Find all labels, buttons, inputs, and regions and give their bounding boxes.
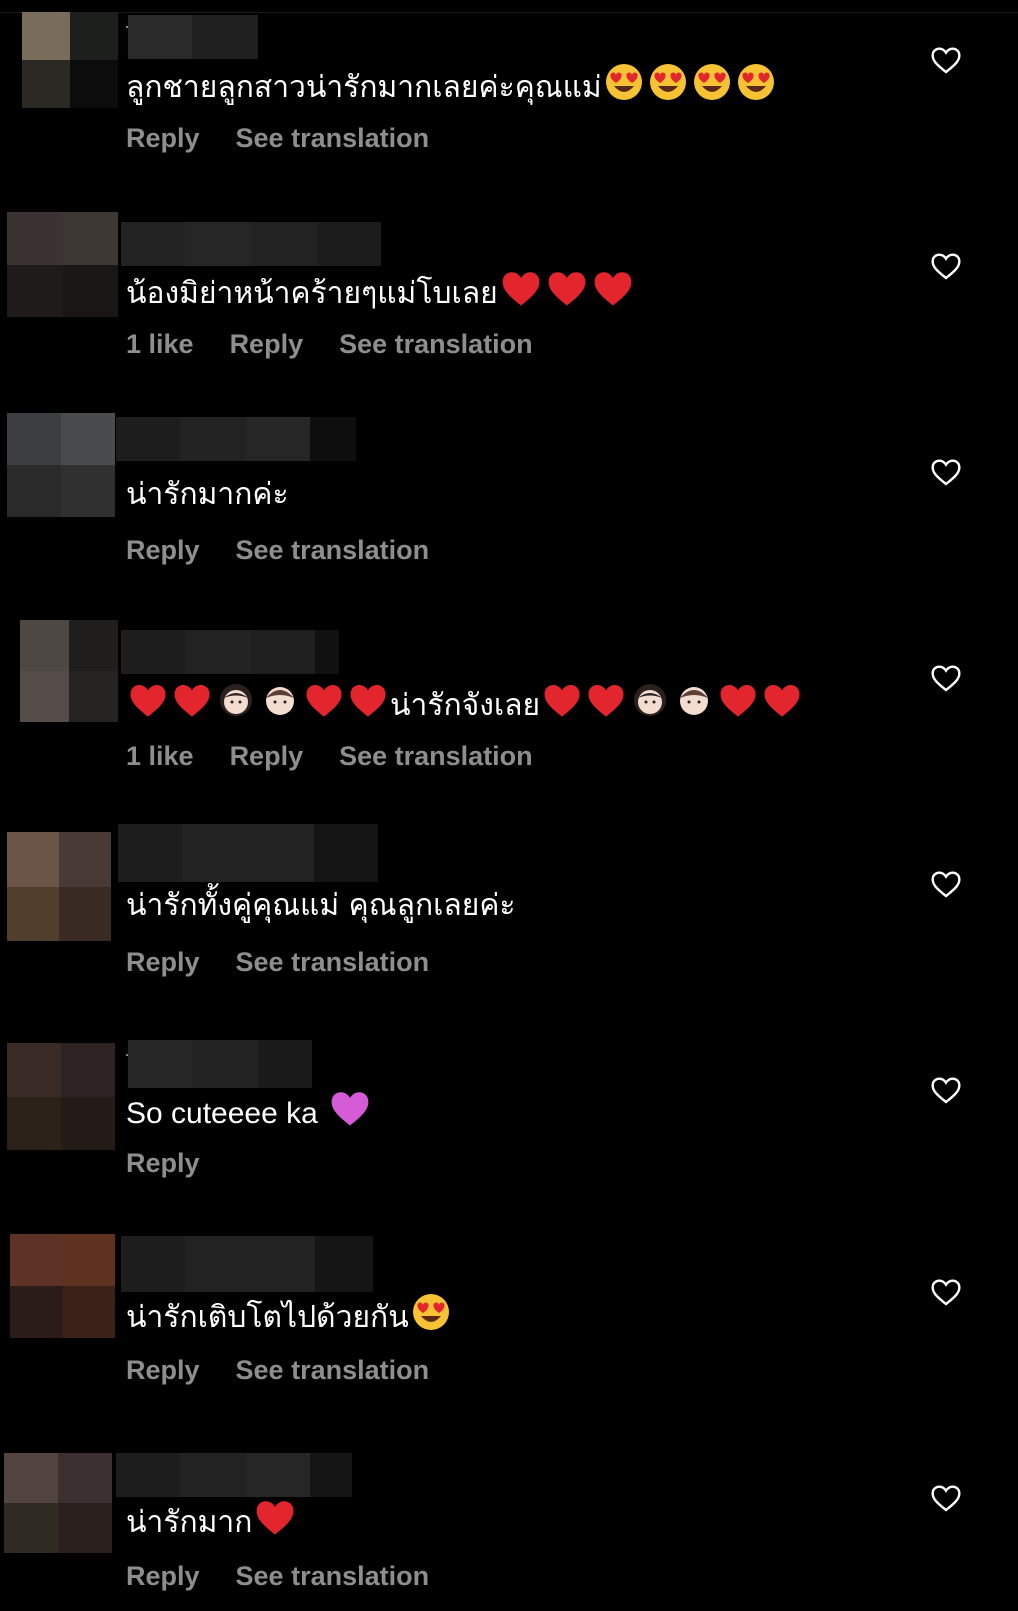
likes-count[interactable]: 1 like	[126, 324, 194, 364]
username[interactable]	[128, 1040, 312, 1088]
comment-text: น่ารักเติบโตไปด้วยกัน	[126, 1292, 453, 1345]
red-heart-emoji	[254, 1497, 296, 1550]
see-translation-button[interactable]: See translation	[236, 942, 430, 982]
heart-eyes-emoji	[736, 62, 776, 115]
comment-actions: 1 like Reply See translation	[126, 324, 569, 364]
heart-eyes-emoji	[648, 62, 688, 115]
username[interactable]	[121, 630, 339, 674]
reply-button[interactable]: Reply	[126, 1556, 200, 1596]
avatar[interactable]	[4, 1453, 112, 1553]
like-heart-icon[interactable]	[930, 1074, 962, 1106]
comment-actions: Reply See translation	[126, 1350, 465, 1390]
reply-button[interactable]: Reply	[126, 1350, 200, 1390]
comment-text: น่ารักมากค่ะ	[126, 477, 289, 512]
username[interactable]	[128, 15, 258, 59]
comment-text: น่ารักมาก	[126, 1497, 298, 1550]
red-heart-emoji	[128, 681, 168, 732]
comment-actions: Reply See translation	[126, 1556, 465, 1596]
avatar[interactable]	[20, 620, 118, 722]
boy-emoji	[674, 680, 714, 733]
username[interactable]	[121, 222, 381, 266]
see-translation-button[interactable]: See translation	[339, 324, 533, 364]
red-heart-emoji	[592, 268, 634, 321]
comment-actions: 1 like Reply See translation	[126, 736, 569, 776]
avatar[interactable]	[7, 1043, 115, 1150]
see-translation-button[interactable]: See translation	[236, 1556, 430, 1596]
boy-emoji	[260, 680, 300, 733]
see-translation-button[interactable]: See translation	[236, 118, 430, 158]
reply-button[interactable]: Reply	[230, 324, 304, 364]
see-translation-button[interactable]: See translation	[236, 1350, 430, 1390]
heart-eyes-emoji	[692, 62, 732, 115]
likes-count[interactable]: 1 like	[126, 736, 194, 776]
like-heart-icon[interactable]	[930, 44, 962, 76]
red-heart-emoji	[500, 268, 542, 321]
like-heart-icon[interactable]	[930, 1276, 962, 1308]
like-heart-icon[interactable]	[930, 456, 962, 488]
comment-text: ลูกชายลูกสาวน่ารักมากเลยค่ะคุณแม่	[126, 62, 778, 115]
heart-eyes-emoji	[411, 1292, 451, 1345]
top-divider	[0, 12, 1018, 13]
reply-button[interactable]: Reply	[126, 118, 200, 158]
username[interactable]	[121, 1236, 373, 1292]
purple-heart-emoji	[329, 1088, 371, 1141]
avatar[interactable]	[7, 212, 118, 317]
red-heart-emoji	[718, 681, 758, 732]
see-translation-button[interactable]: See translation	[236, 530, 430, 570]
comment-text: น้องมิย่าหน้าคร้ายๆแม่โบเลย	[126, 268, 636, 321]
reply-button[interactable]: Reply	[126, 1143, 200, 1183]
red-heart-emoji	[172, 681, 212, 732]
like-heart-icon[interactable]	[930, 1482, 962, 1514]
username[interactable]	[116, 1453, 352, 1497]
avatar[interactable]	[7, 832, 111, 941]
username[interactable]	[118, 824, 378, 882]
like-heart-icon[interactable]	[930, 662, 962, 694]
comment-actions: Reply See translation	[126, 530, 465, 570]
red-heart-emoji	[762, 681, 802, 732]
red-heart-emoji	[542, 681, 582, 732]
red-heart-emoji	[586, 681, 626, 732]
like-heart-icon[interactable]	[930, 868, 962, 900]
red-heart-emoji	[348, 681, 388, 732]
reply-button[interactable]: Reply	[230, 736, 304, 776]
red-heart-emoji	[546, 268, 588, 321]
comment-actions: Reply See translation	[126, 942, 465, 982]
avatar[interactable]	[7, 413, 115, 517]
comment-text: So cuteeee ka	[126, 1088, 373, 1141]
like-heart-icon[interactable]	[930, 250, 962, 282]
heart-eyes-emoji	[604, 62, 644, 115]
comment-actions: Reply	[126, 1143, 236, 1183]
see-translation-button[interactable]: See translation	[339, 736, 533, 776]
comment-actions: Reply See translation	[126, 118, 465, 158]
username[interactable]	[116, 417, 356, 461]
girl-emoji	[630, 680, 670, 733]
girl-emoji	[216, 680, 256, 733]
red-heart-emoji	[304, 681, 344, 732]
comment-text: น่ารักจังเลย	[126, 680, 804, 733]
comment-text: น่ารักทั้งคู่คุณแม่ คุณลูกเลยค่ะ	[126, 888, 516, 923]
reply-button[interactable]: Reply	[126, 942, 200, 982]
avatar[interactable]	[22, 12, 118, 108]
reply-button[interactable]: Reply	[126, 530, 200, 570]
avatar[interactable]	[10, 1234, 115, 1338]
